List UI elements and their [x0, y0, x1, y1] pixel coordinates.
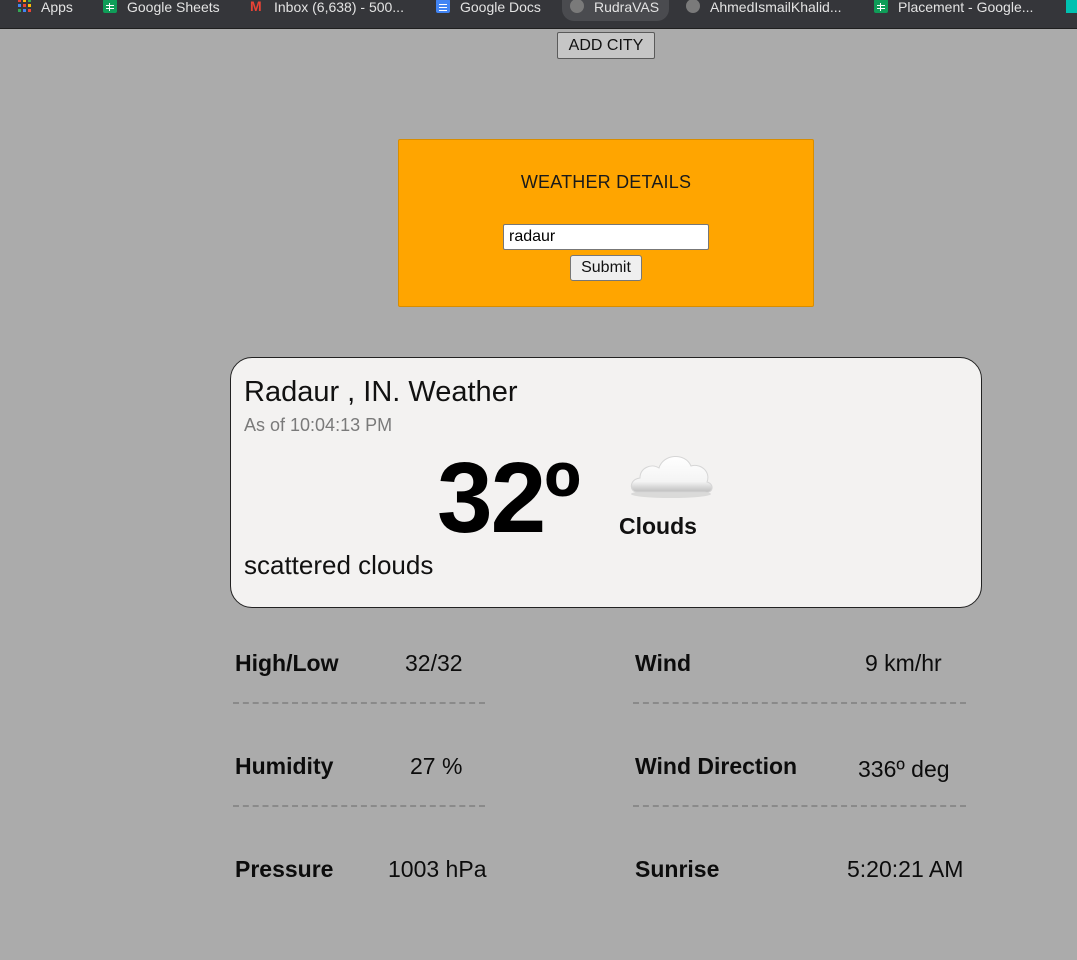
bookmarks-bar: Apps Google Sheets M Inbox (6,638) - 500.… [0, 0, 1077, 29]
bookmark-google-docs[interactable]: Google Docs [436, 0, 541, 15]
detail-wind-direction: Wind Direction 336º deg [633, 753, 968, 857]
bookmark-apps[interactable]: Apps [18, 0, 73, 15]
detail-label: Humidity [235, 753, 334, 779]
detail-wind: Wind 9 km/hr [633, 650, 968, 754]
condition-label: Clouds [619, 513, 697, 539]
divider [233, 702, 485, 704]
detail-humidity: Humidity 27 % [233, 753, 487, 857]
detail-label: High/Low [235, 650, 339, 676]
google-sheets-icon [103, 0, 117, 14]
bookmark-google-sheets[interactable]: Google Sheets [103, 0, 220, 15]
detail-label: Wind Direction [635, 753, 798, 779]
detail-label: Wind [635, 650, 691, 676]
google-docs-icon [436, 0, 450, 14]
temperature: 32º [437, 442, 581, 554]
detail-value: 1003 hPa [388, 856, 487, 882]
weather-details-form: WEATHER DETAILS Submit [398, 139, 814, 307]
divider [633, 702, 966, 704]
google-sheets-icon [874, 0, 888, 14]
detail-value: 27 % [410, 753, 463, 779]
city-input[interactable] [503, 224, 709, 250]
gmail-icon: M [250, 0, 262, 15]
weather-card: Radaur , IN. Weather As of 10:04:13 PM 3… [230, 357, 982, 608]
github-icon [570, 0, 584, 14]
as-of-time: As of 10:04:13 PM [244, 415, 393, 435]
detail-sunrise: Sunrise 5:20:21 AM [635, 856, 968, 960]
bookmark-icon [1066, 0, 1077, 14]
detail-value: 9 km/hr [865, 650, 942, 676]
detail-value: 336º deg [858, 756, 950, 782]
detail-high-low: High/Low 32/32 [233, 650, 487, 754]
detail-value: 32/32 [405, 650, 463, 676]
divider [233, 805, 485, 807]
detail-pressure: Pressure 1003 hPa [235, 856, 487, 960]
detail-label: Pressure [235, 856, 334, 882]
divider [633, 805, 966, 807]
github-icon [686, 0, 700, 14]
bookmark-overflow[interactable] [1066, 0, 1077, 15]
form-title: WEATHER DETAILS [520, 172, 692, 192]
location-title: Radaur , IN. Weather [244, 376, 518, 408]
bookmark-ahmedismailkhalid[interactable]: AhmedIsmailKhalid... [686, 0, 842, 15]
bookmark-rudravas[interactable]: RudraVAS [562, 0, 670, 21]
detail-value: 5:20:21 AM [847, 856, 964, 882]
bookmark-placement[interactable]: Placement - Google... [874, 0, 1033, 15]
bookmark-inbox[interactable]: M Inbox (6,638) - 500... [250, 0, 404, 15]
detail-label: Sunrise [635, 856, 720, 882]
condition-description: scattered clouds [244, 550, 434, 580]
submit-button[interactable]: Submit [570, 255, 642, 281]
cloud-icon [630, 456, 713, 498]
apps-grid-icon [18, 0, 31, 12]
add-city-button[interactable]: ADD CITY [557, 32, 655, 59]
